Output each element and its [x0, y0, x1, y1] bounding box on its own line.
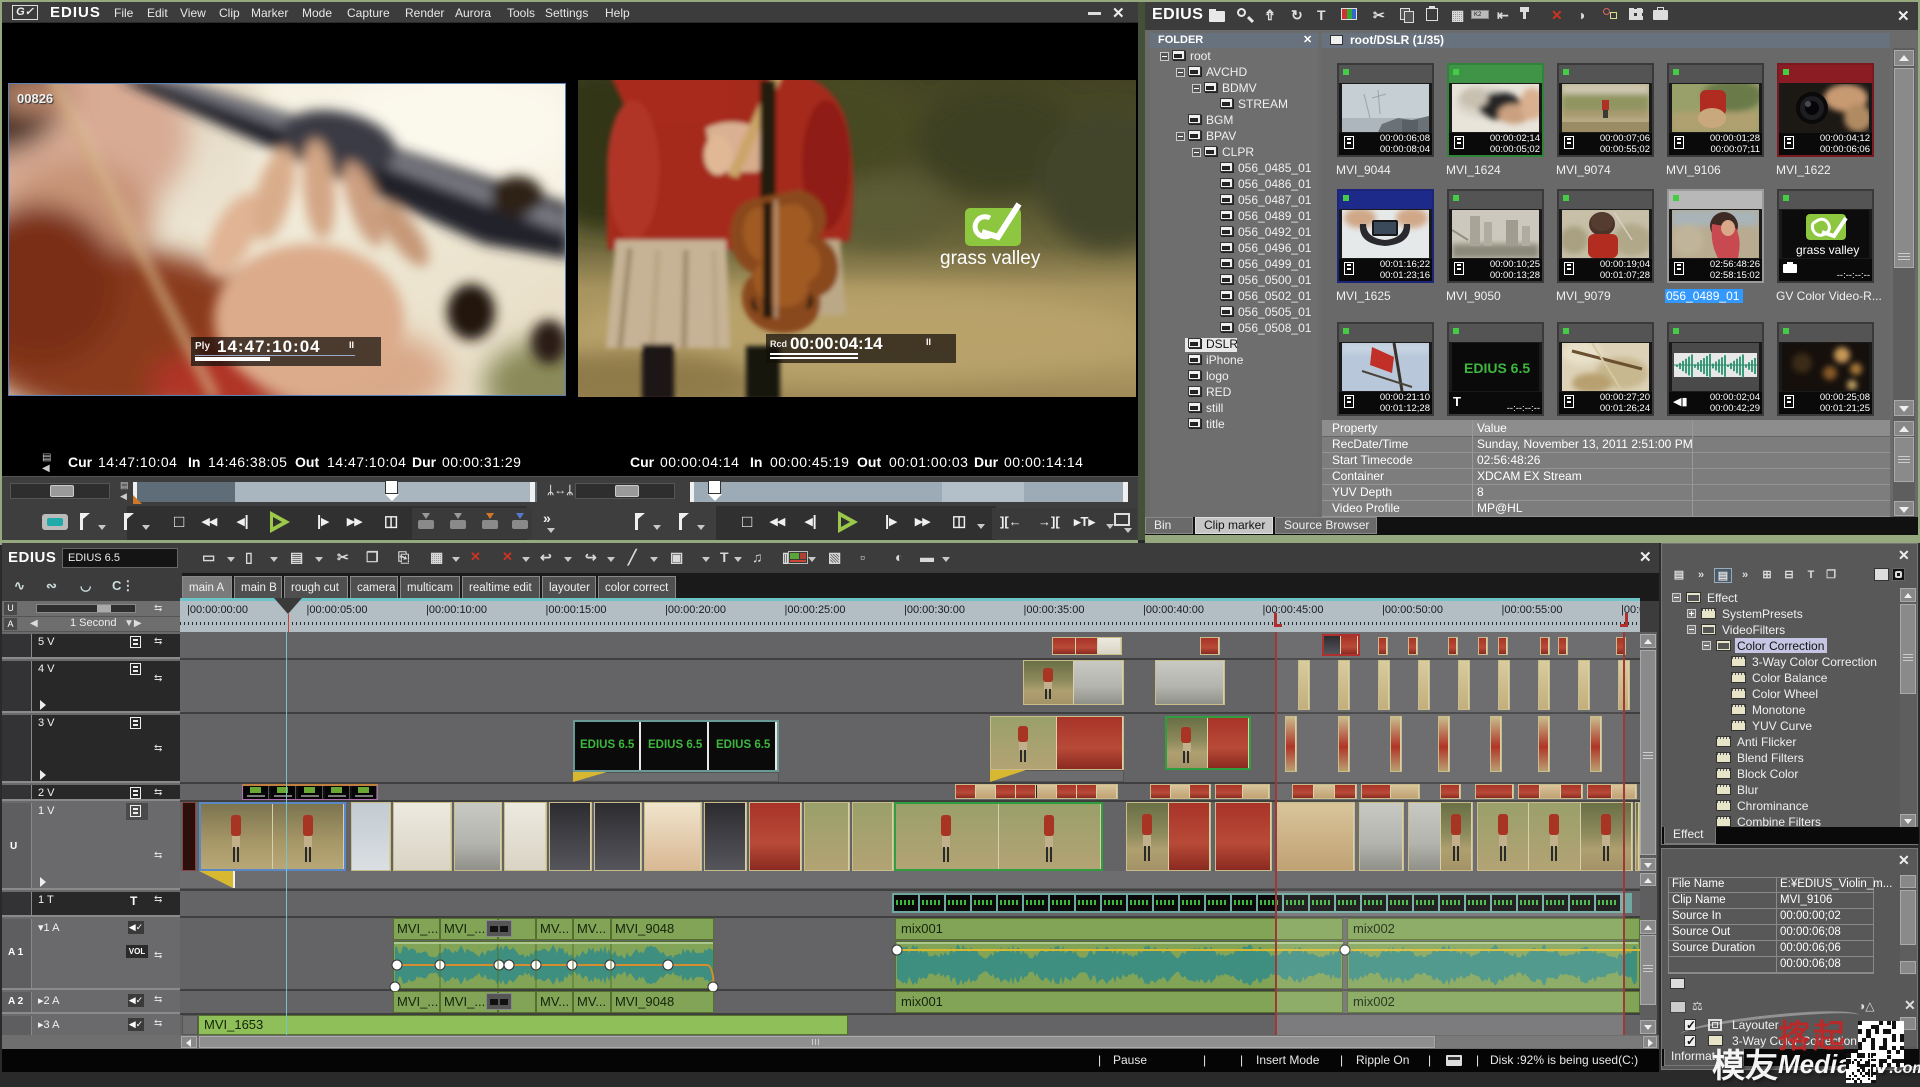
svg-text:grass valley: grass valley — [1796, 243, 1859, 257]
svg-text:EDIUS 6.5: EDIUS 6.5 — [1464, 360, 1530, 376]
svg-text:grass valley: grass valley — [940, 248, 1041, 269]
